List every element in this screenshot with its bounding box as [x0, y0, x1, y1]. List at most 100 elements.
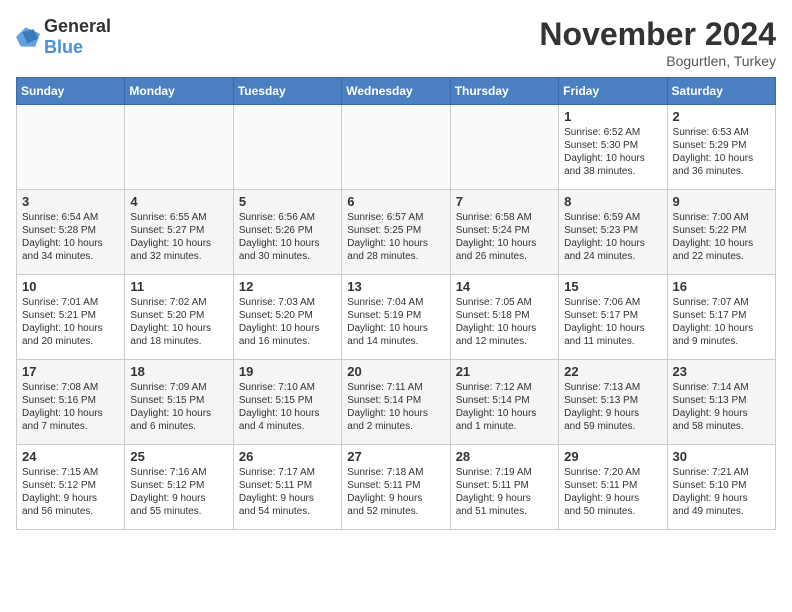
day-number: 10 [22, 279, 119, 294]
calendar-table: SundayMondayTuesdayWednesdayThursdayFrid… [16, 77, 776, 530]
cell-info: Sunset: 5:13 PM [673, 394, 770, 407]
cell-info: Daylight: 9 hours [673, 492, 770, 505]
calendar-cell: 11Sunrise: 7:02 AMSunset: 5:20 PMDayligh… [125, 275, 233, 360]
cell-info: Daylight: 10 hours [456, 407, 553, 420]
day-number: 20 [347, 364, 444, 379]
calendar-cell: 3 Sunrise: 6:54 AMSunset: 5:28 PMDaylight… [17, 190, 125, 275]
cell-info: and 36 minutes. [673, 165, 770, 178]
calendar-cell [233, 105, 341, 190]
cell-info: Sunset: 5:17 PM [564, 309, 661, 322]
calendar-cell: 1Sunrise: 6:52 AMSunset: 5:30 PMDaylight… [559, 105, 667, 190]
cell-info: and 18 minutes. [130, 335, 227, 348]
day-number: 13 [347, 279, 444, 294]
day-number: 29 [564, 449, 661, 464]
day-number: 28 [456, 449, 553, 464]
calendar-cell: 18Sunrise: 7:09 AMSunset: 5:15 PMDayligh… [125, 360, 233, 445]
calendar-cell: 10Sunrise: 7:01 AMSunset: 5:21 PMDayligh… [17, 275, 125, 360]
calendar-cell [450, 105, 558, 190]
day-header-monday: Monday [125, 78, 233, 105]
cell-info: and 2 minutes. [347, 420, 444, 433]
cell-info: Sunrise: 6:59 AM [564, 211, 661, 224]
cell-info: Daylight: 10 hours [564, 322, 661, 335]
cell-info: Sunrise: 7:00 AM [673, 211, 770, 224]
cell-info: and 34 minutes. [22, 250, 119, 263]
cell-info: and 28 minutes. [347, 250, 444, 263]
cell-info: Sunrise: 6:54 AM [22, 211, 119, 224]
cell-info: Sunrise: 7:03 AM [239, 296, 336, 309]
cell-info: Sunset: 5:17 PM [673, 309, 770, 322]
week-row-2: 3Sunrise: 6:54 AMSunset: 5:28 PMDaylight… [17, 190, 776, 275]
header: General Blue November 2024 Bogurtlen, Tu… [16, 16, 776, 69]
cell-info: Sunrise: 6:55 AM [130, 211, 227, 224]
calendar-cell: 9Sunrise: 7:00 AMSunset: 5:22 PMDaylight… [667, 190, 775, 275]
day-number: 25 [130, 449, 227, 464]
cell-info: Sunrise: 7:10 AM [239, 381, 336, 394]
calendar-cell: 21Sunrise: 7:12 AMSunset: 5:14 PMDayligh… [450, 360, 558, 445]
cell-info: Sunrise: 7:04 AM [347, 296, 444, 309]
cell-info: and 9 minutes. [673, 335, 770, 348]
cell-info: Daylight: 10 hours [673, 152, 770, 165]
cell-info: Sunrise: 7:13 AM [564, 381, 661, 394]
calendar-cell: 22Sunrise: 7:13 AMSunset: 5:13 PMDayligh… [559, 360, 667, 445]
month-title: November 2024 [539, 16, 776, 53]
cell-info: Sunrise: 7:11 AM [347, 381, 444, 394]
cell-info: Sunset: 5:18 PM [456, 309, 553, 322]
cell-info: Sunrise: 7:21 AM [673, 466, 770, 479]
day-number: 2 [673, 109, 770, 124]
cell-info: Sunset: 5:26 PM [239, 224, 336, 237]
cell-info: Sunset: 5:11 PM [456, 479, 553, 492]
calendar-cell: 30Sunrise: 7:21 AMSunset: 5:10 PMDayligh… [667, 445, 775, 530]
cell-info: Daylight: 9 hours [347, 492, 444, 505]
cell-info: Daylight: 9 hours [564, 492, 661, 505]
cell-info: Sunrise: 7:01 AM [22, 296, 119, 309]
cell-info: Daylight: 10 hours [673, 237, 770, 250]
cell-info: Sunset: 5:28 PM [22, 224, 119, 237]
cell-info: Sunrise: 7:19 AM [456, 466, 553, 479]
cell-info: and 26 minutes. [456, 250, 553, 263]
calendar-cell [17, 105, 125, 190]
cell-info: Daylight: 10 hours [456, 322, 553, 335]
cell-info: and 24 minutes. [564, 250, 661, 263]
cell-info: Daylight: 10 hours [347, 407, 444, 420]
cell-info: Daylight: 9 hours [564, 407, 661, 420]
calendar-cell: 13Sunrise: 7:04 AMSunset: 5:19 PMDayligh… [342, 275, 450, 360]
cell-info: Sunset: 5:14 PM [456, 394, 553, 407]
cell-info: Sunrise: 6:57 AM [347, 211, 444, 224]
cell-info: Daylight: 9 hours [456, 492, 553, 505]
cell-info: Sunrise: 7:06 AM [564, 296, 661, 309]
day-number: 24 [22, 449, 119, 464]
cell-info: Sunrise: 6:52 AM [564, 126, 661, 139]
day-number: 3 [22, 194, 119, 209]
cell-info: Daylight: 9 hours [673, 407, 770, 420]
location-title: Bogurtlen, Turkey [539, 53, 776, 69]
calendar-cell: 23 Sunrise: 7:14 AMSunset: 5:13 PMDayligh… [667, 360, 775, 445]
cell-info: Daylight: 10 hours [564, 152, 661, 165]
day-number: 23 [673, 364, 770, 379]
cell-info: Sunset: 5:21 PM [22, 309, 119, 322]
cell-info: Sunrise: 7:12 AM [456, 381, 553, 394]
cell-info: Sunset: 5:29 PM [673, 139, 770, 152]
cell-info: Sunrise: 6:56 AM [239, 211, 336, 224]
cell-info: Sunset: 5:27 PM [130, 224, 227, 237]
cell-info: Sunrise: 7:14 AM [673, 381, 770, 394]
cell-info: Sunrise: 7:15 AM [22, 466, 119, 479]
cell-info: and 7 minutes. [22, 420, 119, 433]
cell-info: Sunset: 5:14 PM [347, 394, 444, 407]
cell-info: and 49 minutes. [673, 505, 770, 518]
calendar-cell: 8Sunrise: 6:59 AMSunset: 5:23 PMDaylight… [559, 190, 667, 275]
cell-info: and 4 minutes. [239, 420, 336, 433]
cell-info: Daylight: 10 hours [22, 237, 119, 250]
cell-info: Daylight: 10 hours [239, 237, 336, 250]
cell-info: Sunrise: 7:07 AM [673, 296, 770, 309]
cell-info: Sunrise: 6:58 AM [456, 211, 553, 224]
calendar-cell: 29Sunrise: 7:20 AMSunset: 5:11 PMDayligh… [559, 445, 667, 530]
calendar-cell: 5Sunrise: 6:56 AMSunset: 5:26 PMDaylight… [233, 190, 341, 275]
cell-info: and 55 minutes. [130, 505, 227, 518]
day-header-sunday: Sunday [17, 78, 125, 105]
cell-info: and 14 minutes. [347, 335, 444, 348]
calendar-cell: 17Sunrise: 7:08 AMSunset: 5:16 PMDayligh… [17, 360, 125, 445]
cell-info: and 6 minutes. [130, 420, 227, 433]
day-number: 4 [130, 194, 227, 209]
week-row-4: 17Sunrise: 7:08 AMSunset: 5:16 PMDayligh… [17, 360, 776, 445]
day-number: 26 [239, 449, 336, 464]
